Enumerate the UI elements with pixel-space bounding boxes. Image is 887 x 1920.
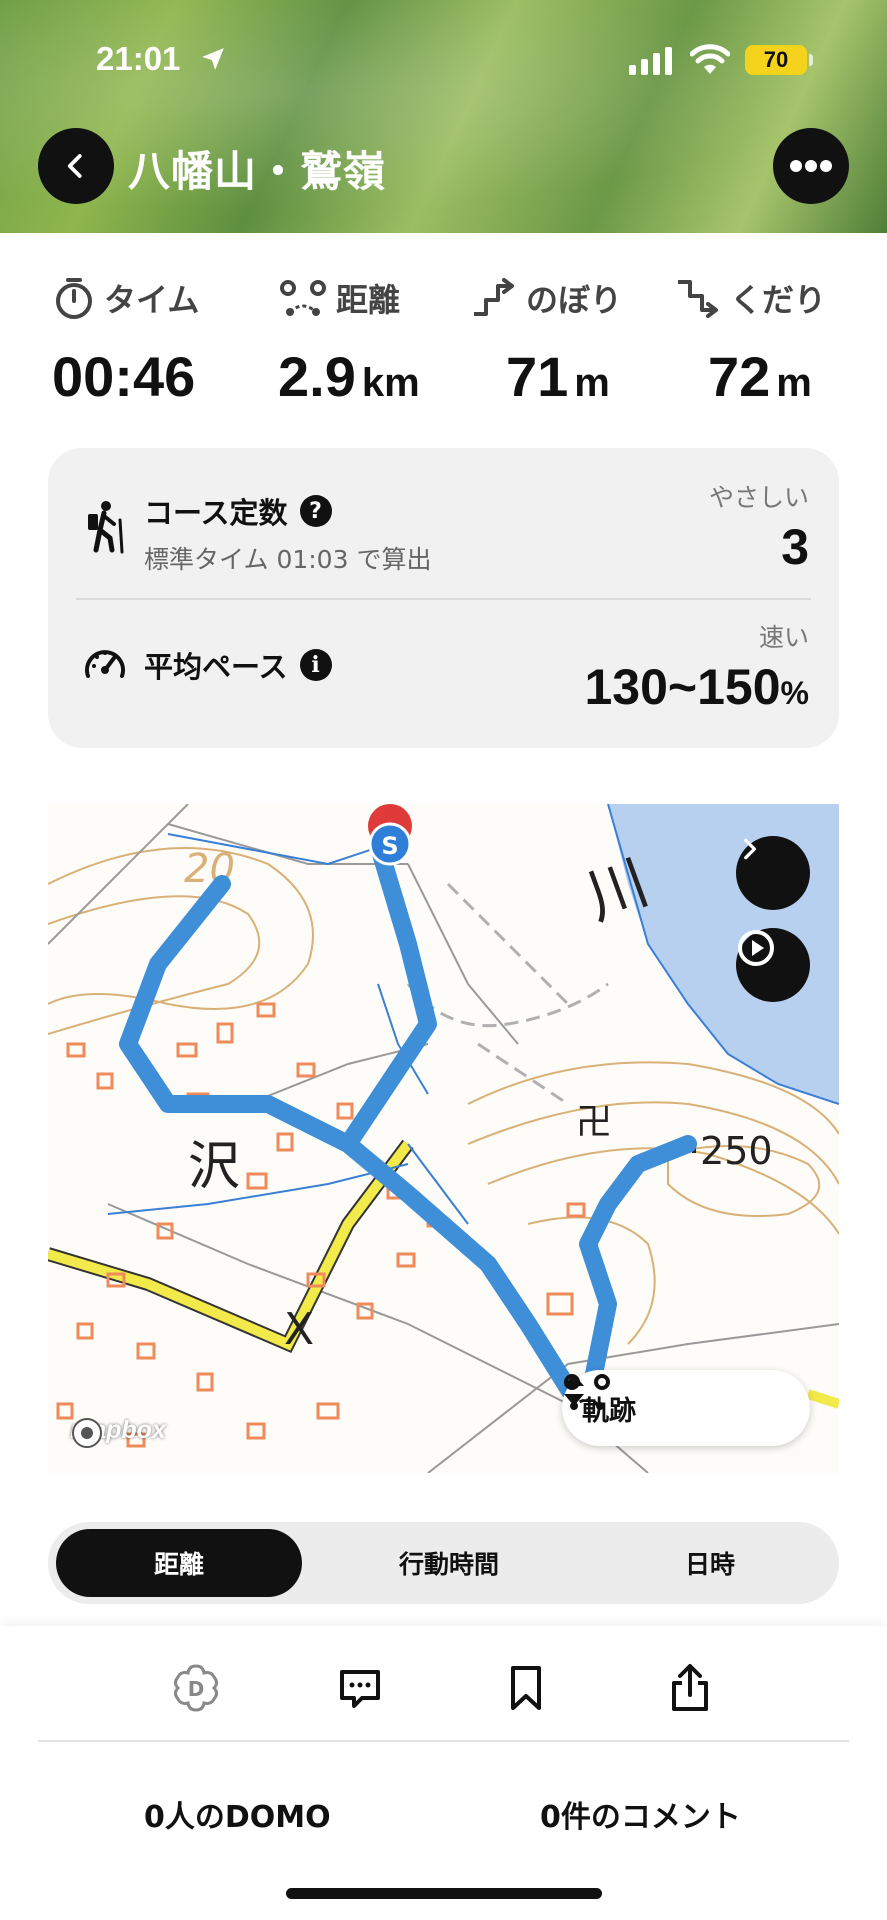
- ascent-icon: [474, 278, 514, 316]
- chart-axis-tabs: 距離 行動時間 日時: [48, 1522, 839, 1604]
- course-constant-title: コース定数: [144, 496, 288, 530]
- stat-ascent: のぼり 71 m: [470, 272, 622, 409]
- tab-distance[interactable]: 距離: [56, 1529, 302, 1597]
- tab-datetime[interactable]: 日時: [588, 1529, 832, 1597]
- stat-time: タイム 00:46: [52, 272, 199, 409]
- chevron-left-icon: [67, 154, 82, 178]
- comment-icon: [340, 1670, 380, 1708]
- stat-time-number: 00:46: [52, 345, 196, 408]
- comment-button[interactable]: [330, 1658, 390, 1718]
- stat-distance-value: 2.9 km: [278, 344, 420, 409]
- chevron-right-icon: [744, 838, 757, 860]
- stat-distance-label-row: 距離: [278, 272, 420, 324]
- course-card: コース定数 ? 標準タイム 01:03 で算出 やさしい 3 平均ペース i 速…: [48, 448, 839, 748]
- stat-time-label: タイム: [104, 281, 200, 319]
- bottom-divider: [38, 1740, 849, 1742]
- stat-descent-label: くだり: [730, 281, 827, 319]
- descent-icon: [678, 280, 718, 318]
- route-map[interactable]: 20 沢 ·250 川 卍 X S mapbox 軌跡: [48, 804, 839, 1473]
- map-cross-symbol: X: [284, 1304, 314, 1355]
- average-pace-row[interactable]: 平均ペース i 速い 130~150%: [48, 600, 839, 748]
- stat-ascent-value: 71 m: [506, 344, 622, 409]
- wifi-icon: [690, 44, 730, 74]
- stat-time-value: 00:46: [52, 344, 199, 409]
- route-icon: [280, 280, 326, 316]
- activity-screen: 21:01 70 八幡山・鷲嶺 タイム 00:46 距離 2.9 km のぼり …: [0, 0, 887, 1920]
- nav-bar: 八幡山・鷲嶺: [0, 120, 887, 210]
- status-time: 21:01: [96, 40, 181, 77]
- question-icon[interactable]: ?: [299, 495, 332, 527]
- stat-time-label-row: タイム: [52, 272, 199, 324]
- track-toggle-button[interactable]: 軌跡: [562, 1370, 810, 1446]
- start-marker-label: S: [381, 832, 398, 860]
- stopwatch-icon: [56, 278, 92, 319]
- stats-row: タイム 00:46 距離 2.9 km のぼり 71 m くだり 72 m: [0, 272, 887, 412]
- elevation-label: ·250: [688, 1129, 773, 1173]
- location-arrow-icon: [202, 48, 224, 70]
- temple-symbol: 卍: [576, 1102, 612, 1143]
- back-button[interactable]: [38, 128, 114, 204]
- share-button[interactable]: [660, 1658, 720, 1718]
- stat-ascent-label: のぼり: [526, 281, 623, 319]
- map-next-button[interactable]: [736, 836, 810, 910]
- battery-tip: [809, 54, 813, 66]
- stat-distance-label: 距離: [336, 281, 401, 319]
- info-icon[interactable]: i: [299, 649, 332, 681]
- bookmark-button[interactable]: [496, 1658, 556, 1718]
- stat-distance: 距離 2.9 km: [278, 272, 420, 409]
- comment-count[interactable]: 0件のコメント: [540, 1792, 741, 1836]
- stat-distance-number: 2.9: [278, 345, 356, 408]
- status-bar: 21:01 70: [0, 0, 887, 120]
- map-label-sawa: 沢: [188, 1137, 240, 1197]
- course-constant-value: 3: [781, 519, 809, 575]
- stat-descent-number: 72: [708, 345, 771, 408]
- stat-distance-unit: km: [361, 361, 420, 405]
- stat-descent-label-row: くだり: [674, 272, 826, 324]
- sort-updown-icon: [564, 1374, 584, 1406]
- course-difficulty-label: やさしい: [708, 483, 809, 512]
- stat-ascent-unit: m: [574, 361, 610, 405]
- average-pace-value: 130~150%: [585, 658, 810, 716]
- share-icon: [672, 1664, 708, 1711]
- domo-count[interactable]: 0人のDOMO: [144, 1792, 331, 1836]
- stat-ascent-label-row: のぼり: [470, 272, 622, 324]
- cellular-signal-icon: [629, 47, 672, 75]
- svg-text:D: D: [188, 1677, 205, 1701]
- average-pace-unit: %: [780, 675, 809, 711]
- stat-descent-unit: m: [776, 361, 812, 405]
- bottom-action-bar: D 0人のDOMO 0件のコメント: [0, 1626, 887, 1920]
- mapbox-attribution[interactable]: mapbox: [70, 1416, 166, 1448]
- average-pace-number: 130~150: [584, 659, 781, 715]
- stat-ascent-number: 71: [506, 345, 569, 408]
- speedometer-icon: [85, 650, 125, 678]
- tab-moving-time[interactable]: 行動時間: [324, 1529, 574, 1597]
- bookmark-icon: [511, 1666, 541, 1710]
- average-pace-title-row: 平均ペース i: [144, 644, 332, 686]
- stat-descent-value: 72 m: [708, 344, 826, 409]
- more-horizontal-icon: [790, 160, 832, 172]
- pace-speed-label: 速い: [758, 623, 809, 652]
- battery-level: 70: [745, 45, 807, 75]
- home-indicator: [286, 1888, 602, 1899]
- average-pace-title: 平均ペース: [144, 650, 288, 684]
- hiker-icon: [88, 501, 124, 554]
- course-constant-title-row: コース定数 ?: [144, 490, 332, 532]
- map-play-button[interactable]: [736, 928, 810, 1002]
- domo-button[interactable]: D: [166, 1658, 226, 1718]
- more-button[interactable]: [773, 128, 849, 204]
- course-constant-row[interactable]: コース定数 ? 標準タイム 01:03 で算出 やさしい 3: [48, 448, 839, 598]
- stat-descent: くだり 72 m: [674, 272, 826, 409]
- mapbox-logo-icon: [72, 1418, 102, 1448]
- page-title: 八幡山・鷲嶺: [128, 147, 387, 196]
- course-constant-subtitle: 標準タイム 01:03 で算出: [144, 545, 432, 574]
- domo-flower-icon: D: [174, 1664, 218, 1712]
- play-icon: [738, 930, 774, 966]
